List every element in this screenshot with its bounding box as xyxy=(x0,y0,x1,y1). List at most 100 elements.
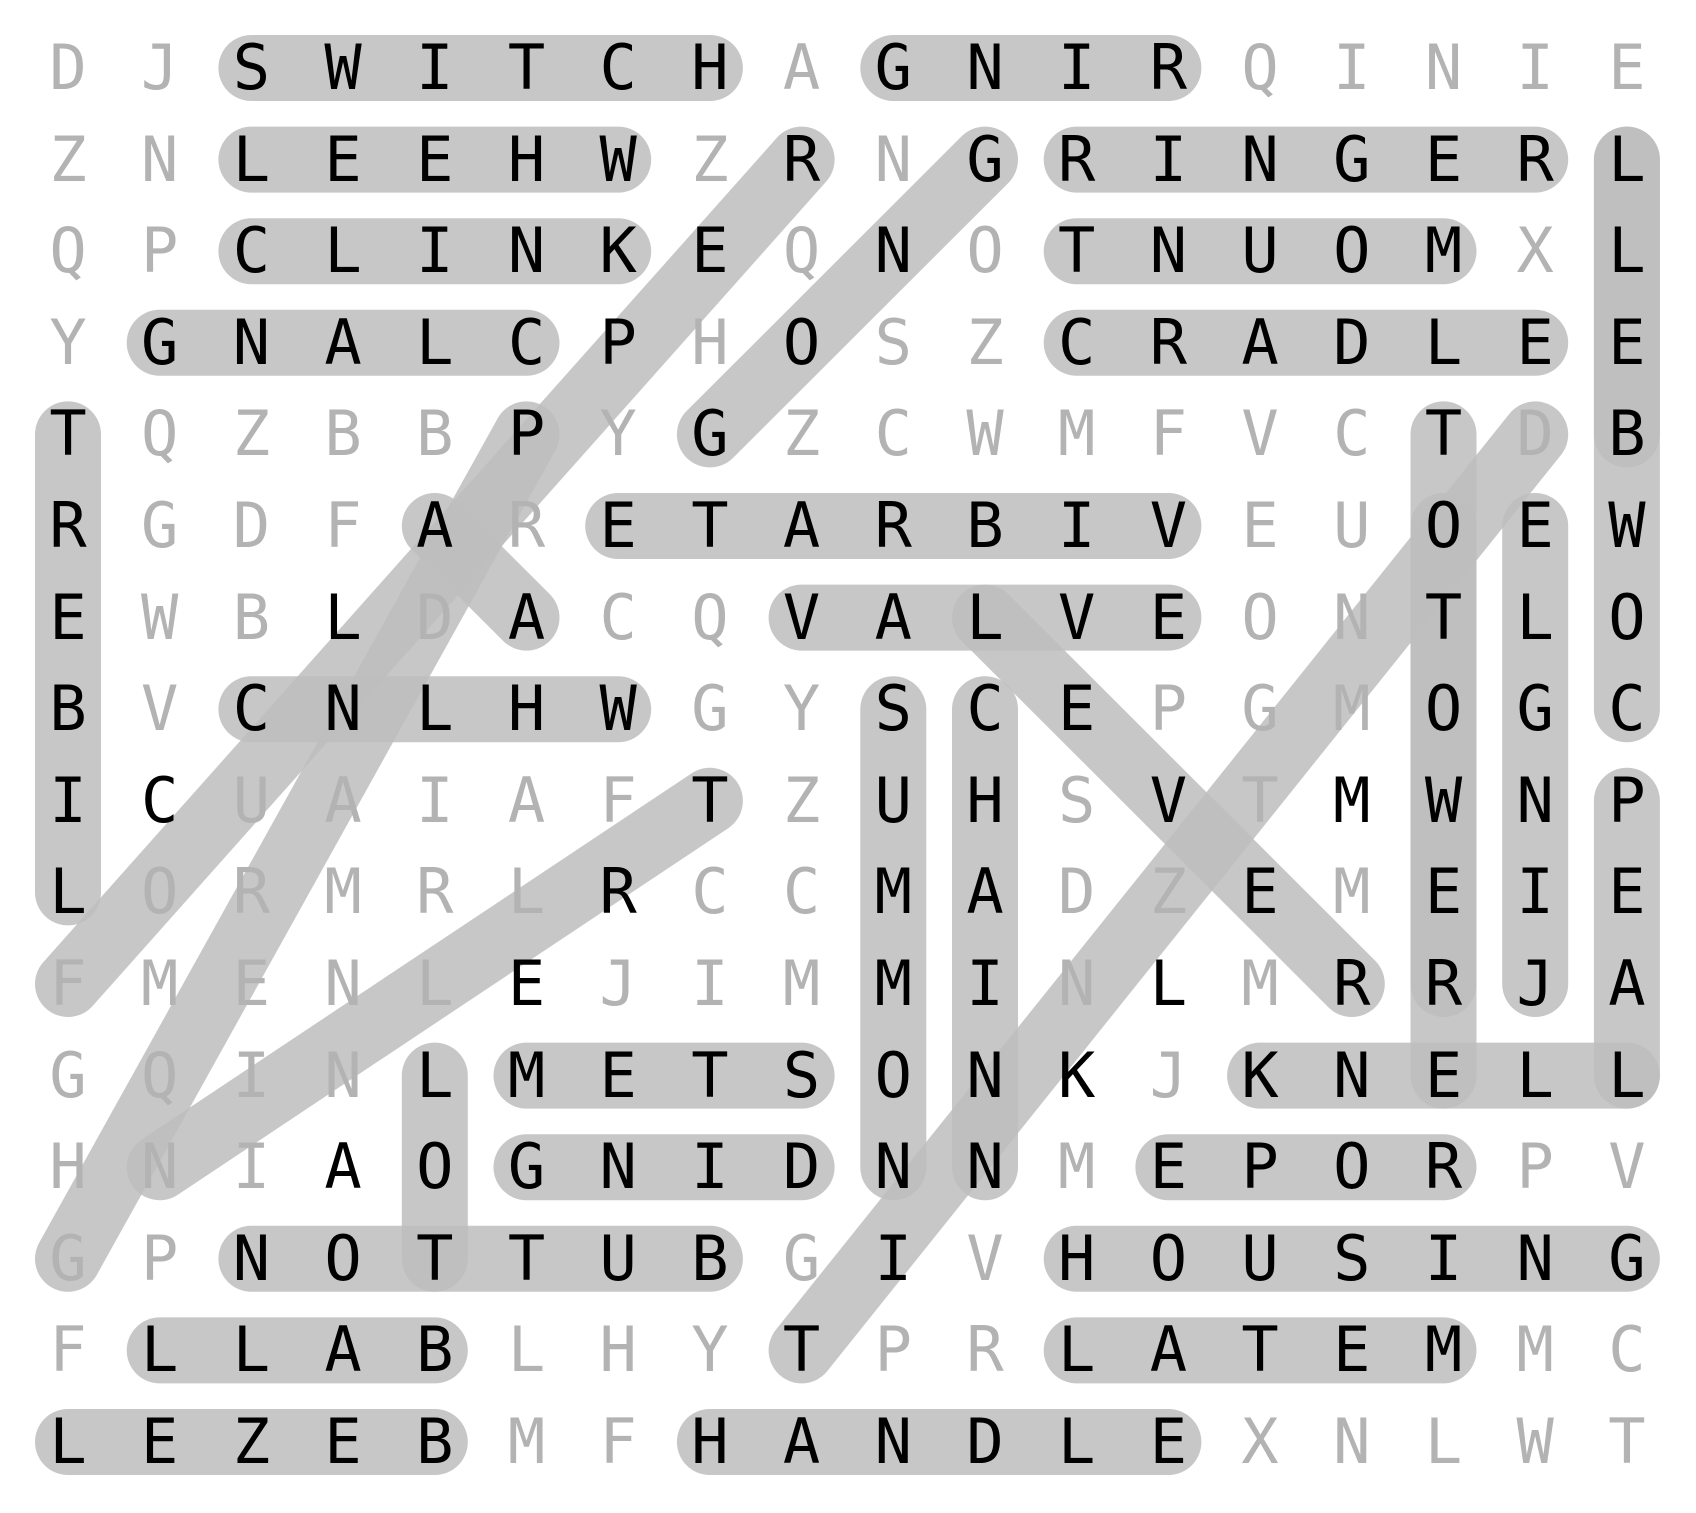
grid-letter[interactable]: G xyxy=(1230,669,1290,749)
grid-letter[interactable]: N xyxy=(130,1127,190,1207)
grid-letter[interactable]: A xyxy=(313,303,373,383)
grid-letter[interactable]: A xyxy=(313,1127,373,1207)
grid-letter[interactable]: R xyxy=(955,1310,1015,1390)
grid-letter[interactable]: Z xyxy=(221,1402,281,1482)
grid-letter[interactable]: X xyxy=(1505,211,1565,291)
grid-letter[interactable]: G xyxy=(38,1219,98,1299)
grid-letter[interactable]: O xyxy=(863,1036,923,1116)
grid-letter[interactable]: B xyxy=(313,394,373,474)
grid-letter[interactable]: J xyxy=(1505,944,1565,1024)
grid-letter[interactable]: D xyxy=(405,578,465,658)
grid-letter[interactable]: A xyxy=(1230,303,1290,383)
grid-letter[interactable]: F xyxy=(588,761,648,841)
grid-letter[interactable]: M xyxy=(313,852,373,932)
grid-letter[interactable]: D xyxy=(1505,394,1565,474)
grid-letter[interactable]: E xyxy=(313,120,373,200)
grid-letter[interactable]: E xyxy=(1138,1402,1198,1482)
grid-letter[interactable]: V xyxy=(1138,486,1198,566)
grid-letter[interactable]: P xyxy=(1505,1127,1565,1207)
grid-letter[interactable]: T xyxy=(1047,211,1107,291)
grid-letter[interactable]: L xyxy=(497,1310,557,1390)
grid-letter[interactable]: E xyxy=(1505,486,1565,566)
grid-letter[interactable]: E xyxy=(588,1036,648,1116)
grid-letter[interactable]: Z xyxy=(955,303,1015,383)
grid-letter[interactable]: L xyxy=(955,578,1015,658)
grid-letter[interactable]: N xyxy=(863,1127,923,1207)
grid-letter[interactable]: V xyxy=(1597,1127,1657,1207)
grid-letter[interactable]: T xyxy=(680,486,740,566)
grid-letter[interactable]: Z xyxy=(38,120,98,200)
grid-letter[interactable]: C xyxy=(772,852,832,932)
grid-letter[interactable]: B xyxy=(1597,394,1657,474)
grid-letter[interactable]: R xyxy=(1047,120,1107,200)
grid-letter[interactable]: R xyxy=(38,486,98,566)
grid-letter[interactable]: P xyxy=(497,394,557,474)
grid-letter[interactable]: E xyxy=(1322,1310,1382,1390)
grid-letter[interactable]: D xyxy=(1322,303,1382,383)
grid-letter[interactable]: O xyxy=(1138,1219,1198,1299)
grid-letter[interactable]: V xyxy=(1230,394,1290,474)
grid-letter[interactable]: I xyxy=(38,761,98,841)
grid-letter[interactable]: A xyxy=(313,1310,373,1390)
grid-letter[interactable]: J xyxy=(588,944,648,1024)
grid-letter[interactable]: J xyxy=(1138,1036,1198,1116)
grid-letter[interactable]: R xyxy=(588,852,648,932)
grid-letter[interactable]: K xyxy=(588,211,648,291)
grid-letter[interactable]: A xyxy=(1138,1310,1198,1390)
grid-letter[interactable]: R xyxy=(405,852,465,932)
grid-letter[interactable]: I xyxy=(221,1036,281,1116)
grid-letter[interactable]: E xyxy=(1230,486,1290,566)
grid-letter[interactable]: U xyxy=(1230,211,1290,291)
grid-letter[interactable]: Y xyxy=(680,1310,740,1390)
grid-letter[interactable]: Z xyxy=(1138,852,1198,932)
grid-letter[interactable]: V xyxy=(1138,761,1198,841)
grid-letter[interactable]: A xyxy=(772,486,832,566)
grid-letter[interactable]: N xyxy=(955,28,1015,108)
grid-letter[interactable]: I xyxy=(405,761,465,841)
grid-letter[interactable]: L xyxy=(405,1036,465,1116)
grid-letter[interactable]: W xyxy=(1505,1402,1565,1482)
grid-letter[interactable]: H xyxy=(680,28,740,108)
grid-letter[interactable]: D xyxy=(221,486,281,566)
grid-letter[interactable]: A xyxy=(772,28,832,108)
grid-letter[interactable]: I xyxy=(1138,120,1198,200)
grid-letter[interactable]: M xyxy=(1414,1310,1474,1390)
grid-letter[interactable]: N xyxy=(1047,944,1107,1024)
grid-letter[interactable]: L xyxy=(313,211,373,291)
grid-letter[interactable]: P xyxy=(1597,761,1657,841)
grid-letter[interactable]: I xyxy=(1505,852,1565,932)
grid-letter[interactable]: N xyxy=(863,1402,923,1482)
grid-letter[interactable]: E xyxy=(497,944,557,1024)
grid-letter[interactable]: L xyxy=(1597,1036,1657,1116)
grid-letter[interactable]: E xyxy=(1414,852,1474,932)
grid-letter[interactable]: Q xyxy=(772,211,832,291)
grid-letter[interactable]: J xyxy=(130,28,190,108)
grid-letter[interactable]: C xyxy=(1322,394,1382,474)
grid-letter[interactable]: O xyxy=(313,1219,373,1299)
grid-letter[interactable]: E xyxy=(1230,852,1290,932)
grid-letter[interactable]: R xyxy=(221,852,281,932)
grid-letter[interactable]: M xyxy=(1505,1310,1565,1390)
grid-letter[interactable]: R xyxy=(1414,1127,1474,1207)
grid-letter[interactable]: M xyxy=(1322,852,1382,932)
grid-letter[interactable]: I xyxy=(680,1127,740,1207)
grid-letter[interactable]: N xyxy=(863,211,923,291)
grid-letter[interactable]: E xyxy=(1047,669,1107,749)
grid-letter[interactable]: O xyxy=(772,303,832,383)
grid-letter[interactable]: C xyxy=(1597,669,1657,749)
grid-letter[interactable]: C xyxy=(221,211,281,291)
grid-letter[interactable]: W xyxy=(955,394,1015,474)
grid-letter[interactable]: Z xyxy=(680,120,740,200)
grid-letter[interactable]: S xyxy=(221,28,281,108)
grid-letter[interactable]: Q xyxy=(1230,28,1290,108)
grid-letter[interactable]: E xyxy=(1414,120,1474,200)
grid-letter[interactable]: N xyxy=(1322,578,1382,658)
grid-letter[interactable]: P xyxy=(130,211,190,291)
grid-letter[interactable]: F xyxy=(588,1402,648,1482)
grid-letter[interactable]: M xyxy=(1322,761,1382,841)
grid-letter[interactable]: D xyxy=(955,1402,1015,1482)
grid-letter[interactable]: C xyxy=(497,303,557,383)
grid-letter[interactable]: U xyxy=(863,761,923,841)
grid-letter[interactable]: F xyxy=(313,486,373,566)
grid-letter[interactable]: V xyxy=(1047,578,1107,658)
